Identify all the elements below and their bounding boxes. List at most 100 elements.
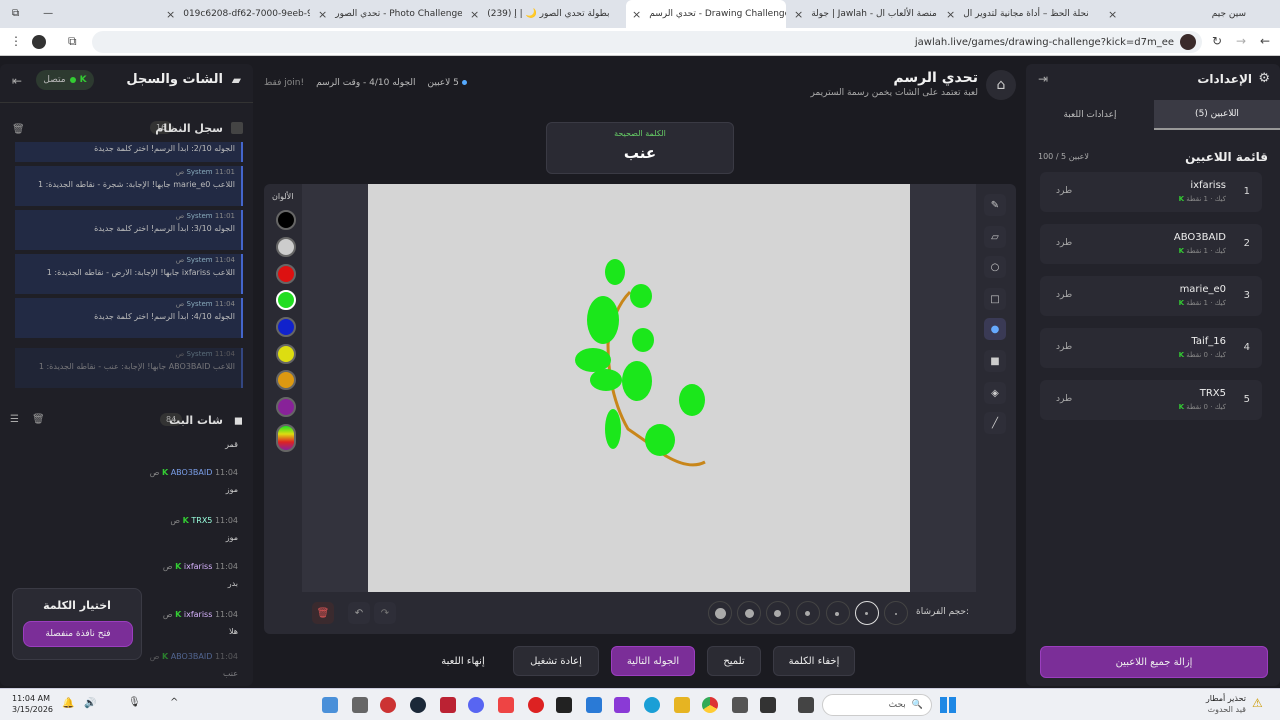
close-icon[interactable]: ×: [318, 8, 327, 21]
browser-tab-active[interactable]: × تحدي الرسم - Drawing Challenge: [626, 0, 786, 28]
kick-player-button[interactable]: طرد: [1056, 238, 1072, 248]
log-entry: System 11:04 ص الجوله 4/10: ابدأ الرسم! …: [15, 298, 243, 338]
tab-game-settings[interactable]: إعدادات اللعبة: [1026, 100, 1154, 130]
close-icon[interactable]: ×: [470, 8, 479, 21]
eraser-tool[interactable]: ▱: [984, 226, 1006, 248]
system-log[interactable]: الجوله 2/10: ابدأ الرسم! اختر كلمة جديدة…: [0, 142, 253, 392]
volume-icon[interactable]: 🔊: [84, 698, 96, 709]
home-button[interactable]: ⌂: [986, 70, 1016, 100]
close-icon[interactable]: ×: [946, 8, 955, 21]
reload-icon[interactable]: ↻: [1212, 34, 1222, 48]
menu-icon[interactable]: ⋮: [10, 34, 22, 48]
app-icon[interactable]: [380, 697, 396, 713]
hint-button[interactable]: تلميح: [707, 646, 761, 676]
home-icon: ⌂: [996, 77, 1006, 93]
app-icon[interactable]: [732, 697, 748, 713]
app-icon[interactable]: [798, 697, 814, 713]
color-swatch-black[interactable]: [276, 210, 296, 230]
player-card: 2 ABO3BAID K كيك · 1 نقطة طرد: [1040, 224, 1262, 264]
browser-tab[interactable]: × 019c6208-df62-7000-9eeb-9d: [160, 0, 310, 28]
word-value: عنب: [623, 144, 657, 162]
browser-tab[interactable]: × (239) بطولة تحدي الصور 🌙 | إ: [464, 0, 624, 28]
avatar[interactable]: [1180, 34, 1196, 50]
open-window-button[interactable]: فتح نافذة منفصلة: [23, 621, 133, 647]
browser-tab[interactable]: × نحلة الحظ – أداة مجانية لتدوير ال: [940, 0, 1100, 28]
app-icon[interactable]: [322, 697, 338, 713]
undo-button[interactable]: ↶: [348, 602, 370, 624]
app-icon[interactable]: [528, 697, 544, 713]
window-controls[interactable]: ⧉—: [12, 8, 77, 19]
drawing-canvas[interactable]: [368, 184, 910, 592]
collapse-panel-icon[interactable]: ⇤: [12, 74, 22, 88]
kick-player-button[interactable]: طرد: [1056, 186, 1072, 196]
browser-tab[interactable]: × تحدي الصور - Photo Challenge: [312, 0, 462, 28]
color-swatch-gray[interactable]: [276, 237, 296, 257]
color-swatch-purple[interactable]: [276, 397, 296, 417]
app-icon[interactable]: [614, 697, 630, 713]
back-icon[interactable]: ←: [1260, 34, 1270, 48]
tray-chevron-icon[interactable]: ^: [170, 697, 178, 708]
fill-bucket-tool[interactable]: ◈: [984, 382, 1006, 404]
app-icon[interactable]: [352, 697, 368, 713]
close-icon[interactable]: ×: [1108, 8, 1117, 21]
kick-player-button[interactable]: طرد: [1056, 342, 1072, 352]
hide-word-button[interactable]: إخفاء الكلمة: [773, 646, 855, 676]
end-game-button[interactable]: إنهاء اللعبة: [425, 646, 501, 676]
app-icon[interactable]: [498, 697, 514, 713]
url-field[interactable]: jawlah.live/games/drawing-challenge?kick…: [92, 31, 1202, 53]
custom-color-picker[interactable]: [276, 424, 296, 452]
clear-canvas-button[interactable]: 🗑: [312, 602, 334, 624]
close-icon[interactable]: ×: [632, 8, 641, 21]
trash-icon[interactable]: 🗑: [32, 414, 45, 425]
pen-tool[interactable]: ✎: [984, 194, 1006, 216]
trash-icon[interactable]: 🗑: [12, 124, 25, 135]
weather-icon: ⚠: [1252, 696, 1263, 710]
filled-rectangle-tool[interactable]: ■: [984, 350, 1006, 372]
remove-all-players-button[interactable]: إزالة جميع اللاعبين: [1040, 646, 1268, 678]
color-swatch-red[interactable]: [276, 264, 296, 284]
collapse-panel-icon[interactable]: ⇥: [1038, 72, 1048, 86]
extensions-icon[interactable]: ⧉: [68, 34, 77, 49]
chrome-icon[interactable]: [702, 697, 718, 713]
circle-tool[interactable]: ○: [984, 256, 1006, 278]
notification-icon[interactable]: 🔔: [62, 698, 74, 709]
color-swatch-blue[interactable]: [276, 317, 296, 337]
restart-button[interactable]: إعادة تشغيل: [513, 646, 599, 676]
line-tool[interactable]: ╱: [984, 412, 1006, 434]
app-icon[interactable]: [674, 697, 690, 713]
taskbar-search[interactable]: بحث 🔍: [822, 694, 932, 716]
app-icon[interactable]: [440, 697, 456, 713]
app-icon[interactable]: [760, 697, 776, 713]
clock[interactable]: 11:04 AM 3/15/2026: [12, 693, 53, 715]
redo-button[interactable]: ↷: [374, 602, 396, 624]
browser-tab[interactable]: × جولة | Jawlah - منصة الألعاب ال: [788, 0, 938, 28]
tab-players[interactable]: اللاعبين (5): [1154, 100, 1280, 130]
brush-dot-icon: [805, 611, 810, 616]
close-icon[interactable]: ×: [794, 8, 803, 21]
profile-icon[interactable]: [32, 35, 46, 49]
taskbar: 11:04 AM 3/15/2026 🔔 🔊 🎙 ^ بحث 🔍 تحذير أ…: [0, 688, 1280, 720]
filled-circle-tool[interactable]: ●: [984, 318, 1006, 340]
weather-widget[interactable]: تحذير أمطار قيد الحدوث: [1190, 693, 1246, 715]
app-icon[interactable]: [644, 697, 660, 713]
kick-player-button[interactable]: طرد: [1056, 290, 1072, 300]
forward-icon[interactable]: →: [1236, 34, 1246, 48]
rectangle-tool[interactable]: □: [984, 288, 1006, 310]
close-icon[interactable]: ×: [166, 8, 175, 21]
color-swatch-orange[interactable]: [276, 370, 296, 390]
color-swatch-yellow[interactable]: [276, 344, 296, 364]
browser-tab[interactable]: × سين جيم: [1102, 0, 1252, 28]
app-icon[interactable]: [468, 697, 484, 713]
players-count: 100 / 5 لاعبين: [1038, 152, 1089, 161]
player-card: 3 marie_e0 K كيك · 1 نقطة طرد: [1040, 276, 1262, 316]
kick-player-button[interactable]: طرد: [1056, 394, 1072, 404]
app-icon[interactable]: [586, 697, 602, 713]
mic-icon[interactable]: 🎙: [128, 697, 141, 708]
log-entry: System 11:01 ص اللاعب marie_e0 جابها! ال…: [15, 166, 243, 206]
windows-start-icon[interactable]: [940, 697, 956, 713]
color-swatch-green[interactable]: [276, 290, 296, 310]
app-icon[interactable]: [556, 697, 572, 713]
filter-icon[interactable]: ☰: [10, 414, 19, 425]
next-round-button[interactable]: الجوله التالية: [611, 646, 695, 676]
app-icon[interactable]: [410, 697, 426, 713]
